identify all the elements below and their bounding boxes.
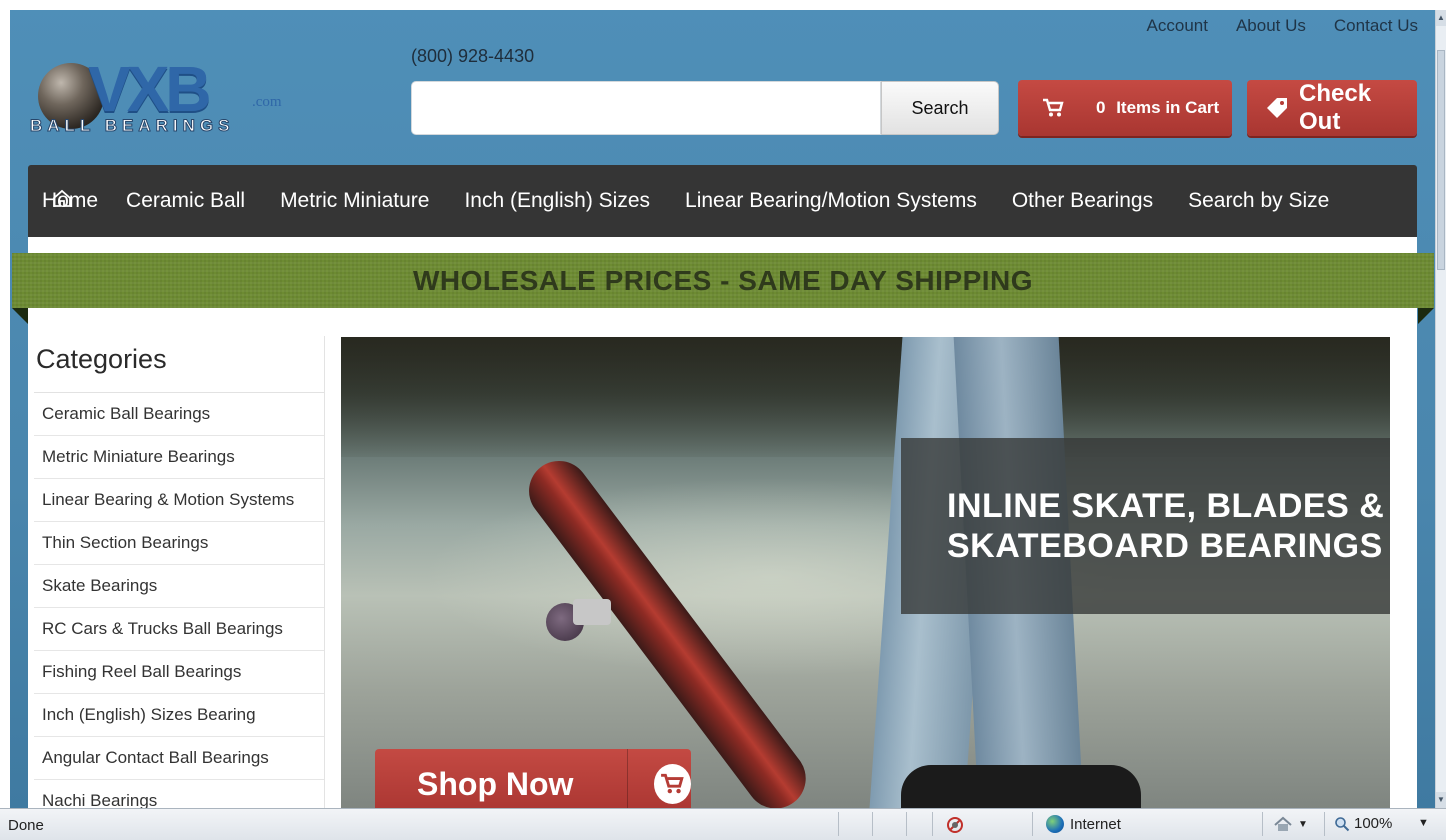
promo-fold-right: [1418, 308, 1434, 324]
security-zone[interactable]: Internet: [1046, 815, 1121, 833]
promo-banner: WHOLESALE PRICES - SAME DAY SHIPPING: [12, 253, 1434, 308]
logo-suffix: .com: [252, 94, 282, 110]
category-item[interactable]: Linear Bearing & Motion Systems: [34, 479, 324, 522]
account-link[interactable]: Account: [1147, 16, 1208, 36]
status-separator: [838, 812, 839, 836]
window-top-edge: [0, 0, 1446, 10]
status-separator: [932, 812, 933, 836]
privacy-report-icon[interactable]: [946, 816, 964, 834]
status-separator: [1032, 812, 1033, 836]
cart-count: 0: [1096, 98, 1106, 117]
category-item[interactable]: RC Cars & Trucks Ball Bearings: [34, 608, 324, 651]
cart-label: Items in Cart: [1116, 98, 1220, 117]
categories-sidebar: Categories Ceramic Ball Bearings Metric …: [34, 336, 324, 823]
window-left-edge: [0, 0, 10, 808]
cart-button[interactable]: 0 Items in Cart: [1018, 80, 1232, 136]
sidebar-divider: [324, 336, 325, 808]
hero-headline-box: INLINE SKATE, BLADES & SKATEBOARD BEARIN…: [901, 438, 1390, 614]
skateboard-truck: [573, 599, 611, 625]
zoom-control[interactable]: 100%: [1334, 815, 1392, 832]
promo-fold-left: [12, 308, 28, 324]
checkout-button[interactable]: Check Out: [1247, 80, 1417, 136]
checkout-label: Check Out: [1299, 80, 1372, 135]
vxb-logo[interactable]: VXB .com BALL BEARINGS: [29, 53, 320, 148]
search-input[interactable]: [411, 81, 881, 135]
category-item[interactable]: Metric Miniature Bearings: [34, 436, 324, 479]
hero-headline-line1: INLINE SKATE, BLADES &: [947, 487, 1385, 525]
category-item[interactable]: Angular Contact Ball Bearings: [34, 737, 324, 780]
logo-tagline: BALL BEARINGS: [29, 116, 235, 136]
dropdown-arrow-icon: ▼: [1298, 818, 1308, 830]
main-content: Categories Ceramic Ball Bearings Metric …: [28, 308, 1417, 823]
cart-icon: [1042, 98, 1064, 118]
shop-now-label: Shop Now: [417, 765, 574, 802]
shopping-cart-icon: [653, 764, 692, 804]
category-item[interactable]: Fishing Reel Ball Bearings: [34, 651, 324, 694]
nav-search-by-size[interactable]: Search by Size: [1188, 189, 1329, 213]
skater-shoe-image: [901, 765, 1141, 808]
zoom-level: 100%: [1354, 815, 1393, 832]
category-item[interactable]: Ceramic Ball Bearings: [34, 393, 324, 436]
scroll-thumb[interactable]: [1437, 50, 1445, 270]
zoom-dropdown-icon[interactable]: ▼: [1418, 817, 1429, 829]
zone-label: Internet: [1070, 815, 1121, 833]
protected-mode-icon: [1274, 816, 1292, 831]
browser-status-bar: Done Internet ▼ 100% ▼: [0, 808, 1446, 840]
scroll-down-arrow-icon[interactable]: ▼: [1436, 792, 1446, 808]
nav-ceramic-ball[interactable]: Ceramic Ball: [126, 189, 245, 213]
top-links: Account About Us Contact Us: [1147, 16, 1418, 36]
search-button[interactable]: Search: [881, 81, 999, 135]
about-us-link[interactable]: About Us: [1236, 16, 1306, 36]
phone-number: (800) 928-4430: [411, 46, 535, 66]
status-separator: [872, 812, 873, 836]
status-separator: [906, 812, 907, 836]
hero-headline-line2: SKATEBOARD BEARINGS: [947, 527, 1383, 565]
nav-inch-sizes[interactable]: Inch (English) Sizes: [464, 189, 650, 213]
contact-us-link[interactable]: Contact Us: [1334, 16, 1418, 36]
vertical-scrollbar[interactable]: ▲ ▼: [1435, 10, 1446, 808]
category-item[interactable]: Inch (English) Sizes Bearing: [34, 694, 324, 737]
logo-brand: VXB: [88, 53, 212, 125]
scroll-up-arrow-icon[interactable]: ▲: [1436, 10, 1446, 26]
nav-home[interactable]: Home: [42, 189, 98, 213]
magnifier-icon: [1335, 816, 1350, 831]
tag-icon: [1265, 96, 1289, 120]
home-icon: [53, 189, 71, 207]
status-text: Done: [8, 817, 44, 834]
hero-headline: INLINE SKATE, BLADES & SKATEBOARD BEARIN…: [947, 486, 1384, 566]
nav-underline: [28, 237, 1417, 253]
nav-other-bearings[interactable]: Other Bearings: [1012, 189, 1153, 213]
status-separator: [1324, 812, 1325, 836]
shop-now-button[interactable]: Shop Now: [375, 749, 692, 808]
protected-mode-toggle[interactable]: ▼: [1272, 815, 1308, 833]
status-separator: [1262, 812, 1263, 836]
category-item[interactable]: Thin Section Bearings: [34, 522, 324, 565]
category-item[interactable]: Skate Bearings: [34, 565, 324, 608]
shop-now-separator: [626, 749, 628, 808]
hero-banner[interactable]: INLINE SKATE, BLADES & SKATEBOARD BEARIN…: [341, 337, 1390, 808]
categories-title: Categories: [34, 336, 324, 393]
globe-icon: [1046, 815, 1064, 833]
nav-metric-miniature[interactable]: Metric Miniature: [280, 189, 429, 213]
main-nav: Home Ceramic Ball Metric Miniature Inch …: [28, 165, 1417, 237]
nav-linear-bearing[interactable]: Linear Bearing/Motion Systems: [685, 189, 977, 213]
